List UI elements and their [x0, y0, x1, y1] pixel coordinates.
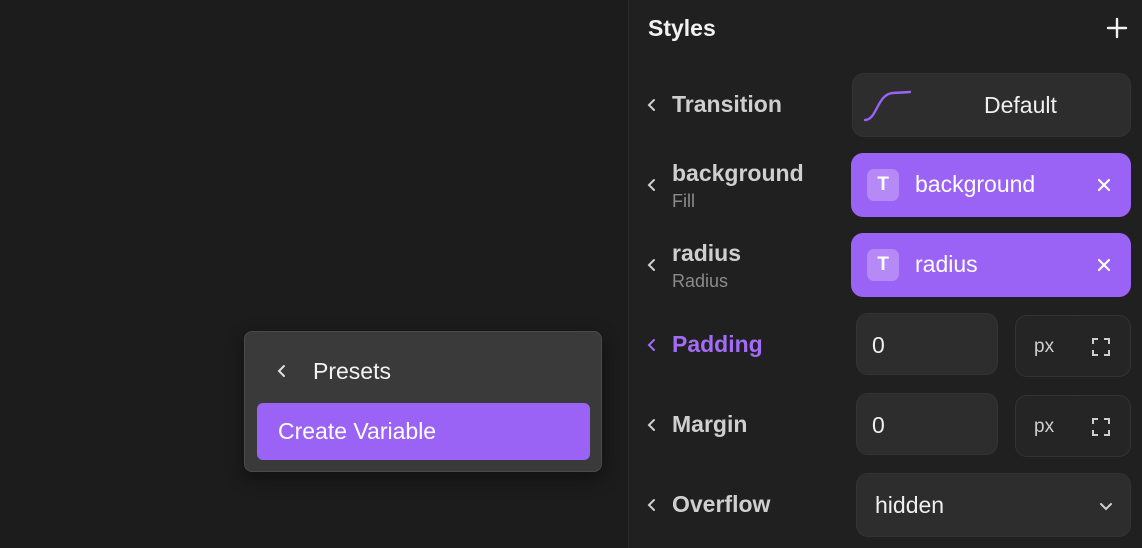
add-style-button[interactable]	[1103, 14, 1131, 42]
chevron-left-icon[interactable]	[645, 258, 659, 272]
transition-select[interactable]: Default	[852, 73, 1131, 137]
chevron-left-icon[interactable]	[645, 498, 659, 512]
presets-header: Presets	[313, 358, 391, 384]
padding-value: 0	[872, 332, 885, 358]
chevron-down-icon	[1100, 503, 1112, 511]
padding-input[interactable]: 0	[856, 313, 998, 375]
margin-expand-button[interactable]	[1092, 418, 1110, 436]
chevron-left-icon[interactable]	[645, 178, 659, 192]
padding-row: Padding 0 px	[629, 313, 1142, 377]
background-row: background Fill T background	[629, 153, 1142, 217]
background-token-chip[interactable]: T background	[851, 153, 1131, 217]
create-variable-label: Create Variable	[278, 418, 437, 444]
margin-input[interactable]: 0	[856, 393, 998, 455]
panel-title: Styles	[648, 15, 716, 41]
radius-row: radius Radius T radius	[629, 233, 1142, 297]
divider	[1074, 316, 1075, 376]
overflow-value: hidden	[875, 492, 945, 518]
padding-label: Padding	[672, 331, 763, 357]
token-type-badge: T	[867, 169, 899, 201]
margin-unit-toggle[interactable]: px	[1034, 416, 1054, 438]
chevron-left-icon[interactable]	[645, 98, 659, 112]
token-type-badge: T	[867, 249, 899, 281]
radius-token-value: radius	[915, 251, 978, 277]
background-label: background	[672, 160, 804, 186]
plus-icon	[1106, 17, 1128, 39]
radius-token-chip[interactable]: T radius	[851, 233, 1131, 297]
divider	[1074, 396, 1075, 456]
margin-row: Margin 0 px	[629, 393, 1142, 457]
expand-corners-icon	[1092, 418, 1110, 436]
margin-unit-group: px	[1015, 395, 1131, 457]
chevron-left-icon[interactable]	[645, 418, 659, 432]
create-variable-menu-item[interactable]: Create Variable	[257, 403, 590, 460]
margin-value: 0	[872, 412, 885, 438]
presets-back-button[interactable]: Presets	[275, 356, 575, 388]
overflow-select[interactable]: hidden	[856, 473, 1131, 537]
background-token-value: background	[915, 171, 1036, 197]
remove-radius-token-button[interactable]	[1096, 257, 1112, 273]
radius-label: radius	[672, 240, 742, 266]
presets-popover: Presets Create Variable	[244, 331, 602, 472]
padding-expand-button[interactable]	[1092, 338, 1110, 356]
padding-unit-group: px	[1015, 315, 1131, 377]
padding-unit-toggle[interactable]: px	[1034, 336, 1054, 358]
styles-panel: Styles Transition Default background Fil…	[628, 0, 1142, 548]
remove-background-token-button[interactable]	[1096, 177, 1112, 193]
expand-corners-icon	[1092, 338, 1110, 356]
close-icon	[1097, 258, 1111, 272]
transition-row: Transition Default	[629, 73, 1142, 137]
background-sublabel: Fill	[672, 191, 695, 211]
chevron-left-icon	[277, 365, 285, 377]
margin-label: Margin	[672, 411, 748, 437]
easing-curve-icon	[863, 90, 912, 122]
radius-sublabel: Radius	[672, 271, 729, 291]
close-icon	[1097, 178, 1111, 192]
overflow-row: Overflow hidden	[629, 473, 1142, 537]
overflow-label: Overflow	[672, 491, 771, 517]
transition-label: Transition	[672, 91, 782, 117]
chevron-left-icon[interactable]	[645, 338, 659, 352]
transition-value: Default	[984, 92, 1057, 118]
